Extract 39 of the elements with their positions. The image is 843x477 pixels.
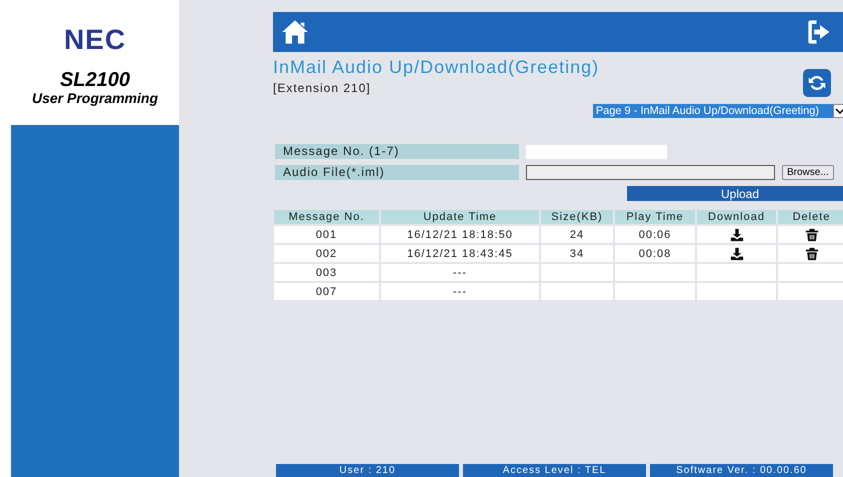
app-subtitle: User Programming xyxy=(32,90,158,106)
status-item: Access Level : TEL xyxy=(463,464,646,477)
table-cell: 001 xyxy=(274,226,379,243)
table-cell: 007 xyxy=(274,283,379,300)
table-cell: 00:06 xyxy=(638,228,672,240)
column-header: Message No. xyxy=(274,210,379,224)
dropdown-caret-icon[interactable] xyxy=(833,104,843,118)
browse-button[interactable]: Browse... xyxy=(782,165,834,180)
message-number-input[interactable] xyxy=(526,144,667,158)
home-icon[interactable] xyxy=(281,19,309,45)
table-cell: 16/12/21 18:18:50 xyxy=(381,226,539,243)
trash-icon[interactable] xyxy=(804,228,818,242)
column-header: Play Time xyxy=(615,210,695,224)
trash-icon[interactable] xyxy=(804,246,818,260)
field-label: Message No. (1-7) xyxy=(275,144,519,159)
table-cell: 34 xyxy=(570,248,584,260)
column-header: Update Time xyxy=(381,210,539,224)
status-item: User : 210 xyxy=(276,464,459,477)
table-cell: 003 xyxy=(274,264,379,281)
status-item: Software Ver. : 00.00.60 xyxy=(650,464,833,477)
page-title: InMail Audio Up/Download(Greeting) xyxy=(273,57,600,78)
upload-button[interactable]: Upload xyxy=(627,186,843,201)
column-header: Download xyxy=(697,210,776,224)
table-cell: 002 xyxy=(274,245,379,262)
model-name: SL2100 xyxy=(60,70,130,90)
table-cell: 00:08 xyxy=(638,248,672,260)
table-cell: 16/12/21 18:43:45 xyxy=(381,245,539,262)
column-header: Delete xyxy=(778,210,843,224)
brand-logo: NEC xyxy=(64,26,126,54)
field-label: Audio File(*.iml) xyxy=(275,165,519,180)
page-select[interactable]: Page 9 - InMail Audio Up/Download(Greeting) xyxy=(592,104,833,118)
extension-label: [Extension 210] xyxy=(273,81,372,95)
download-icon[interactable] xyxy=(730,246,744,260)
column-header: Size(KB) xyxy=(541,210,613,224)
audio-file-input[interactable] xyxy=(526,165,775,180)
table-cell: 24 xyxy=(570,228,584,240)
download-icon[interactable] xyxy=(730,228,744,242)
table-cell: --- xyxy=(381,283,539,300)
table-cell: --- xyxy=(381,264,539,281)
